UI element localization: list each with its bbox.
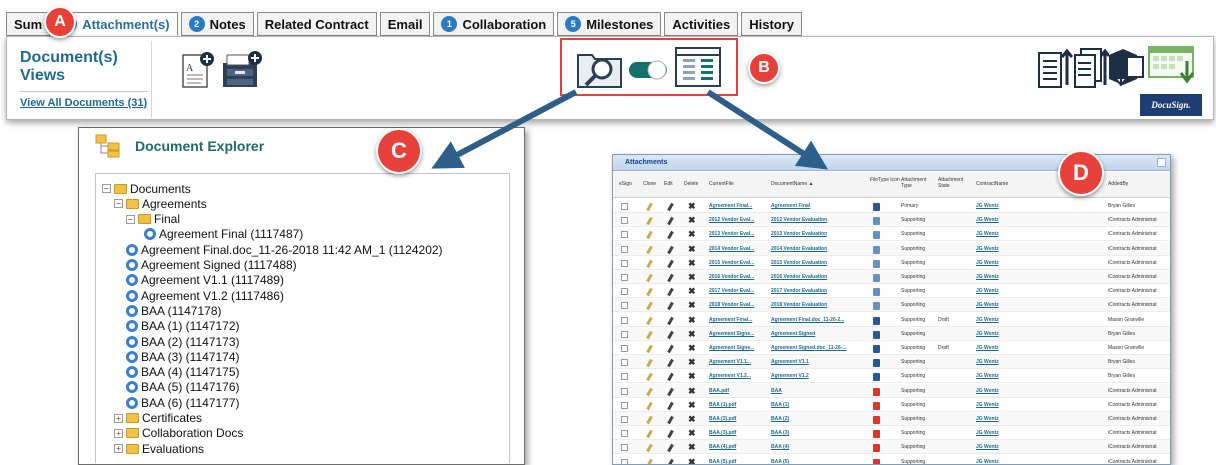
- screenshot-root: { "tabs": [ {"label": "Sum", "count": ""…: [0, 0, 1216, 465]
- arrow-to-grid: [706, 89, 829, 170]
- callout-badge-d: D: [1058, 150, 1104, 196]
- callout-arrows: [431, 89, 829, 170]
- arrow-to-explorer: [431, 89, 578, 169]
- callout-badge-b: B: [748, 52, 780, 84]
- callout-badge-c: C: [376, 128, 422, 174]
- callout-badge-a: A: [44, 6, 76, 38]
